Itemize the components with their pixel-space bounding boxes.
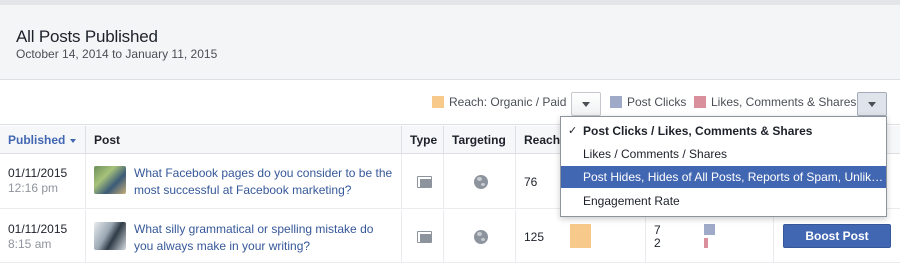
legend-post-clicks: Post Clicks	[610, 95, 686, 109]
multi-photo-icon	[417, 176, 432, 188]
engagement-metric-dropdown[interactable]	[857, 92, 887, 116]
globe-icon	[474, 230, 488, 244]
table-row: 01/11/2015 8:15 am What silly grammatica…	[0, 210, 900, 263]
reach-cell: 125	[516, 210, 646, 262]
post-thumbnail[interactable]	[94, 166, 126, 194]
type-cell	[402, 210, 444, 262]
column-type[interactable]: Type	[402, 126, 444, 154]
published-cell: 01/11/2015 8:15 am	[0, 210, 86, 262]
likes-value: 2	[654, 236, 661, 250]
engagement-metric-menu: ✓ Post Clicks / Likes, Comments & Shares…	[560, 116, 887, 217]
reach-swatch	[432, 96, 444, 108]
published-cell: 01/11/2015 12:16 pm	[0, 154, 86, 208]
likes-bar	[704, 238, 708, 248]
page-title: All Posts Published	[16, 27, 158, 46]
post-date: 01/11/2015	[8, 222, 68, 236]
likes-swatch	[694, 96, 706, 108]
multi-photo-icon	[417, 231, 432, 243]
dropdown-caret-icon	[868, 101, 876, 107]
globe-icon	[474, 175, 488, 189]
sort-caret-icon	[70, 138, 77, 143]
post-link[interactable]: What Facebook pages do you consider to b…	[134, 165, 394, 199]
post-clicks-bar	[704, 224, 715, 235]
column-targeting[interactable]: Targeting	[444, 126, 516, 154]
clicks-swatch	[610, 96, 622, 108]
targeting-cell	[444, 210, 516, 262]
organic-reach-bar	[570, 224, 591, 248]
post-thumbnail[interactable]	[94, 222, 126, 250]
type-cell	[402, 154, 444, 208]
reach-value: 125	[524, 230, 545, 244]
check-icon: ✓	[568, 125, 578, 137]
legend-reach-label: Reach: Organic / Paid	[449, 95, 567, 109]
reach-value: 76	[524, 175, 538, 189]
post-date: 01/11/2015	[8, 166, 68, 180]
post-cell: What Facebook pages do you consider to b…	[86, 154, 402, 208]
menu-item-post-clicks-likes[interactable]: ✓ Post Clicks / Likes, Comments & Shares	[561, 120, 886, 142]
engagement-cell: 7 2	[646, 210, 774, 262]
report-header: All Posts Published October 14, 2014 to …	[0, 0, 900, 80]
legend-clicks-label: Post Clicks	[627, 95, 687, 109]
menu-item-engagement-rate[interactable]: Engagement Rate	[561, 190, 886, 212]
boost-post-button[interactable]: Boost Post	[783, 224, 891, 248]
legend-likes: Likes, Comments & Shares	[694, 95, 856, 109]
reach-metric-dropdown[interactable]	[571, 92, 601, 116]
menu-item-likes-comments-shares[interactable]: Likes / Comments / Shares	[561, 143, 886, 165]
date-range: October 14, 2014 to January 11, 2015	[16, 47, 218, 61]
legend-likes-label: Likes, Comments & Shares	[711, 95, 857, 109]
column-published[interactable]: Published	[0, 126, 86, 154]
dropdown-caret-icon	[582, 101, 590, 107]
post-time: 8:15 am	[8, 237, 52, 251]
legend-reach: Reach: Organic / Paid	[432, 95, 566, 109]
post-cell: What silly grammatical or spelling mista…	[86, 210, 402, 262]
column-published-label: Published	[8, 133, 66, 147]
menu-item-negative-feedback[interactable]: Post Hides, Hides of All Posts, Reports …	[561, 166, 886, 188]
column-post[interactable]: Post	[86, 126, 402, 154]
targeting-cell	[444, 154, 516, 208]
post-link[interactable]: What silly grammatical or spelling mista…	[134, 221, 394, 255]
post-time: 12:16 pm	[8, 181, 59, 195]
menu-item-label: Post Clicks / Likes, Comments & Shares	[583, 124, 813, 138]
